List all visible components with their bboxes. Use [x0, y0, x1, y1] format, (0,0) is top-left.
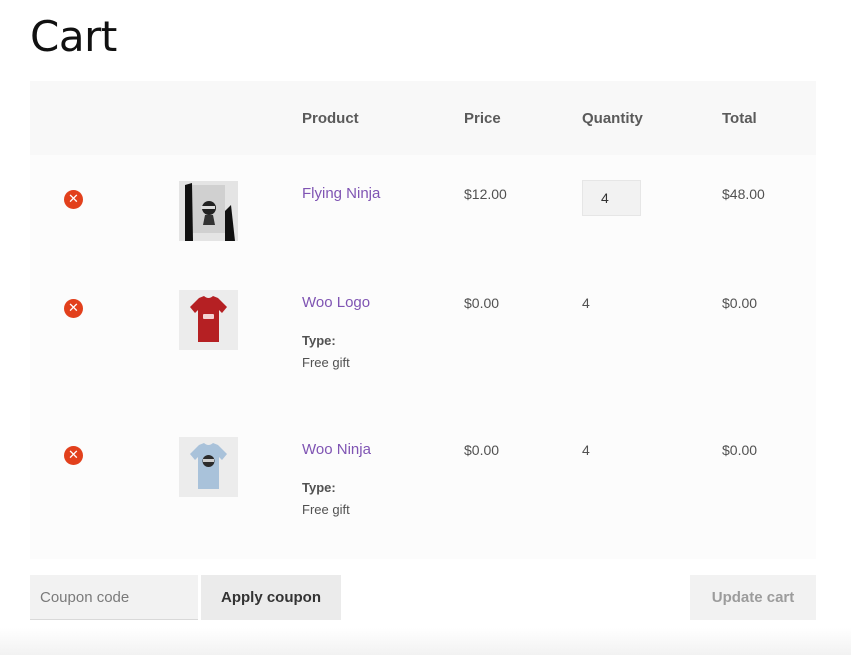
table-header: Product Price Quantity Total [30, 81, 816, 155]
close-icon: ✕ [68, 448, 79, 463]
product-link[interactable]: Flying Ninja [302, 185, 380, 202]
close-icon: ✕ [68, 301, 79, 316]
price-cell: $0.00 [464, 442, 500, 458]
table-row: ✕ Flying Ninja $12.00 $48.00 [30, 155, 816, 265]
close-icon: ✕ [68, 192, 79, 207]
header-price: Price [464, 110, 501, 127]
update-cart-button[interactable]: Update cart [690, 575, 816, 620]
remove-item-button[interactable]: ✕ [64, 190, 83, 209]
product-link[interactable]: Woo Ninja [302, 441, 371, 458]
tshirt-icon [179, 437, 238, 497]
coupon-code-input[interactable] [30, 575, 198, 620]
remove-item-button[interactable]: ✕ [64, 446, 83, 465]
total-cell: $48.00 [722, 186, 765, 202]
quantity-input[interactable] [582, 180, 641, 216]
poster-image-icon [179, 181, 238, 241]
product-thumbnail[interactable] [179, 290, 238, 350]
header-product: Product [302, 110, 359, 127]
variation-label: Type: [302, 333, 336, 348]
header-total: Total [722, 110, 757, 127]
price-cell: $0.00 [464, 295, 500, 311]
total-cell: $0.00 [722, 295, 758, 311]
product-thumbnail[interactable] [179, 181, 238, 241]
price-cell: $12.00 [464, 186, 507, 202]
cart-actions: Apply coupon Update cart [30, 575, 816, 620]
apply-coupon-button[interactable]: Apply coupon [201, 575, 341, 620]
header-quantity: Quantity [582, 110, 643, 127]
page-title: Cart [30, 12, 117, 61]
page-footer-fade [0, 628, 851, 655]
product-thumbnail[interactable] [179, 437, 238, 497]
variation-label: Type: [302, 480, 336, 495]
cart-table: Product Price Quantity Total ✕ Flying Ni… [30, 81, 816, 559]
quantity-cell: 4 [582, 295, 590, 311]
variation-value: Free gift [302, 502, 350, 517]
table-row: ✕ Woo Logo Type: Free gift $0.00 4 $0.00 [30, 265, 816, 412]
variation-value: Free gift [302, 355, 350, 370]
remove-item-button[interactable]: ✕ [64, 299, 83, 318]
table-row: ✕ Woo Ninja Type: Free gift $0.00 4 $0.0… [30, 412, 816, 559]
quantity-cell: 4 [582, 442, 590, 458]
tshirt-icon [179, 290, 238, 350]
total-cell: $0.00 [722, 442, 758, 458]
product-link[interactable]: Woo Logo [302, 294, 370, 311]
